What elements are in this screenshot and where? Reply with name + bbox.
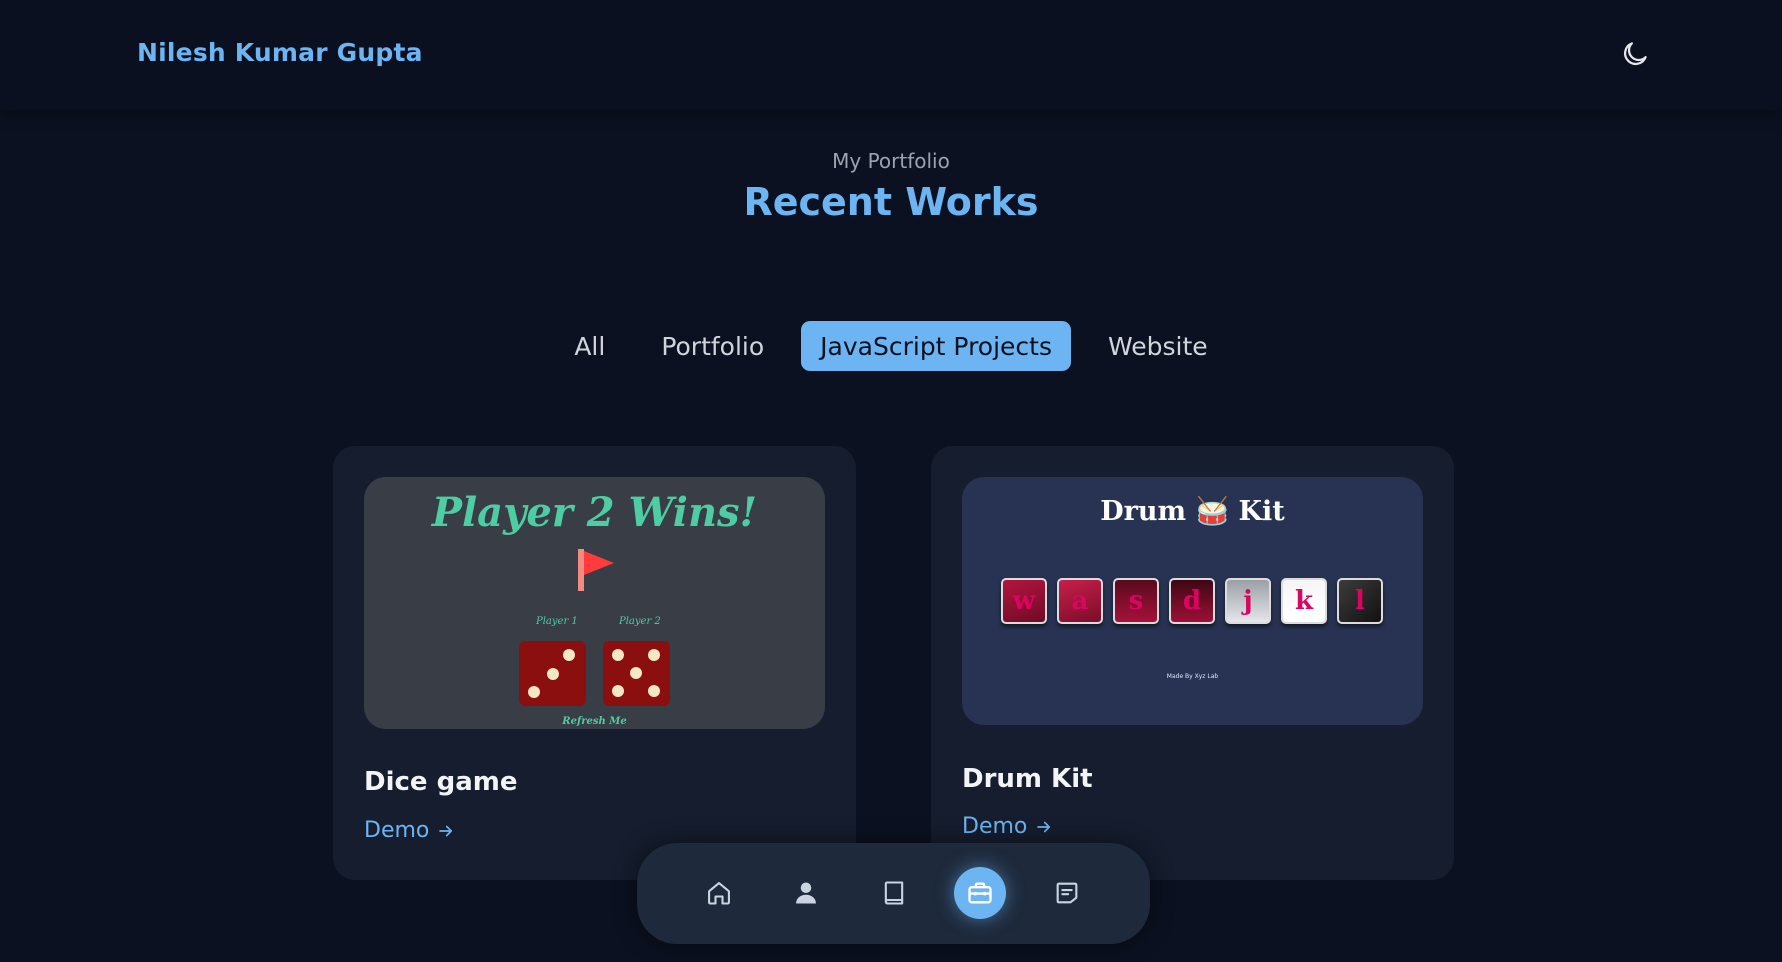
- bottom-nav: [637, 843, 1150, 944]
- section-subtitle: My Portfolio: [832, 149, 950, 173]
- demo-link-label: Demo: [962, 814, 1028, 839]
- nav-home[interactable]: [693, 867, 745, 919]
- briefcase-icon: [968, 882, 992, 904]
- drum-key: d: [1169, 578, 1215, 624]
- drum-key: l: [1337, 578, 1383, 624]
- filter-website[interactable]: Website: [1089, 321, 1227, 371]
- home-icon: [708, 882, 730, 905]
- moon-icon: [1623, 42, 1647, 66]
- die-player-2: [603, 641, 670, 706]
- player-1-label: Player 1: [536, 616, 578, 627]
- project-card-dice-game: Player 2 Wins! Player 1 Player 2 Refresh…: [333, 446, 856, 880]
- project-title: Dice game: [364, 767, 518, 797]
- message-icon: [1056, 882, 1078, 904]
- drum-key: j: [1225, 578, 1271, 624]
- drum-key: s: [1113, 578, 1159, 624]
- site-header: Nilesh Kumar Gupta: [0, 0, 1782, 110]
- drum-key: a: [1057, 578, 1103, 624]
- theme-toggle-button[interactable]: [1617, 36, 1653, 72]
- filter-portfolio[interactable]: Portfolio: [642, 321, 783, 371]
- brand-name[interactable]: Nilesh Kumar Gupta: [137, 38, 423, 67]
- dice-heading: Player 2 Wins!: [431, 489, 758, 536]
- section-title: Recent Works: [743, 180, 1039, 224]
- filter-javascript-projects[interactable]: JavaScript Projects: [801, 321, 1071, 371]
- flag-icon: [578, 549, 614, 591]
- drum-kit-thumbnail: Drum 🥁 Kit w a s d j k l Made By Xyz Lab: [962, 477, 1423, 725]
- project-filters: All Portfolio JavaScript Projects Websit…: [0, 321, 1782, 371]
- nav-contact[interactable]: [1041, 867, 1093, 919]
- arrow-right-icon: [1037, 821, 1051, 832]
- drum-key: w: [1001, 578, 1047, 624]
- nav-about[interactable]: [780, 867, 832, 919]
- drum-keys: w a s d j k l: [1001, 578, 1383, 624]
- demo-link[interactable]: Demo: [962, 814, 1053, 839]
- user-icon: [796, 882, 816, 904]
- refresh-text: Refresh Me: [562, 716, 627, 727]
- arrow-right-icon: [439, 825, 453, 836]
- filter-all[interactable]: All: [555, 321, 624, 371]
- dice-game-thumbnail: Player 2 Wins! Player 1 Player 2 Refresh…: [364, 477, 825, 729]
- demo-link-label: Demo: [364, 818, 430, 843]
- project-title: Drum Kit: [962, 764, 1093, 794]
- demo-link[interactable]: Demo: [364, 818, 455, 843]
- die-player-1: [519, 641, 586, 706]
- player-2-label: Player 2: [619, 616, 661, 627]
- book-icon: [884, 881, 904, 905]
- nav-resume[interactable]: [868, 867, 920, 919]
- nav-portfolio[interactable]: [954, 867, 1006, 919]
- drum-credit: Made By Xyz Lab: [1166, 673, 1219, 680]
- drum-heading: Drum 🥁 Kit: [1100, 496, 1285, 527]
- project-card-drum-kit: Drum 🥁 Kit w a s d j k l Made By Xyz Lab…: [931, 446, 1454, 880]
- drum-key: k: [1281, 578, 1327, 624]
